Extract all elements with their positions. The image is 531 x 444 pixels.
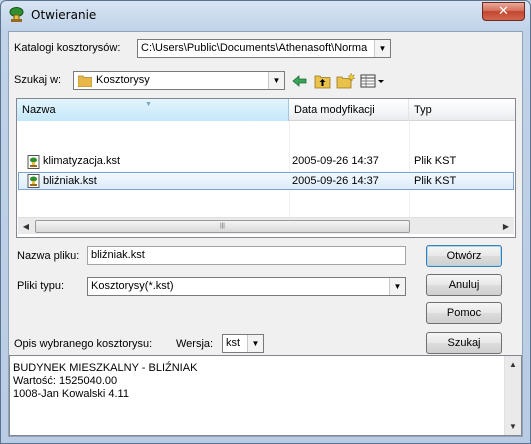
column-header-name[interactable]: ▼ Nazwa — [17, 99, 289, 121]
close-icon: ✕ — [498, 4, 509, 19]
file-type: Plik KST — [414, 155, 457, 167]
folder-icon — [78, 75, 92, 87]
horizontal-scrollbar[interactable]: ◀ ||| ▶ — [18, 217, 514, 234]
scroll-thumb[interactable]: ||| — [35, 220, 410, 233]
chevron-down-icon[interactable]: ▼ — [389, 278, 405, 295]
description-box[interactable]: BUDYNEK MIESZKALNY - BLIŹNIAK Wartość: 1… — [9, 355, 522, 436]
file-row-blizniak[interactable]: bliźniak.kst 2005-09-26 14:37 Plik KST — [18, 172, 514, 190]
help-button[interactable]: Pomoc — [426, 302, 502, 324]
file-row-klimatyzacja[interactable]: klimatyzacja.kst 2005-09-26 14:37 Plik K… — [18, 153, 514, 171]
filetype-combo[interactable]: Kosztorysy(*.kst) ▼ — [87, 277, 406, 296]
file-date: 2005-09-26 14:37 — [292, 155, 379, 167]
scroll-left-icon[interactable]: ◀ — [19, 220, 33, 233]
close-button[interactable]: ✕ — [482, 2, 525, 21]
dialog-window: Otwieranie ✕ Katalogi kosztorysów: C:\Us… — [0, 0, 531, 444]
cancel-button[interactable]: Anuluj — [426, 274, 502, 296]
chevron-down-icon[interactable]: ▼ — [247, 335, 263, 352]
scroll-right-icon[interactable]: ▶ — [499, 220, 513, 233]
filename-label: Nazwa pliku: — [17, 250, 80, 262]
description-line: BUDYNEK MIESZKALNY - BLIŹNIAK — [13, 362, 198, 374]
view-menu-icon[interactable] — [359, 72, 387, 90]
column-header-date[interactable]: Data modyfikacji — [289, 99, 409, 121]
title-bar[interactable]: Otwieranie ✕ — [1, 1, 530, 29]
search-button[interactable]: Szukaj — [426, 332, 502, 354]
list-header: ▼ Nazwa Data modyfikacji Typ — [17, 99, 515, 121]
file-list[interactable]: ▼ Nazwa Data modyfikacji Typ klimatyzacj… — [16, 98, 516, 238]
app-icon — [9, 7, 24, 22]
chevron-down-icon[interactable]: ▼ — [374, 40, 390, 57]
up-folder-icon[interactable] — [313, 72, 333, 90]
description-label: Opis wybranego kosztorysu: — [14, 338, 153, 350]
chevron-down-icon[interactable]: ▼ — [268, 72, 284, 89]
lookin-combo[interactable]: Kosztorysy ▼ — [73, 71, 285, 90]
file-date: 2005-09-26 14:37 — [292, 175, 379, 187]
description-line: 1008-Jan Kowalski 4.11 — [13, 388, 129, 400]
file-type: Plik KST — [414, 175, 457, 187]
scroll-down-icon[interactable]: ▼ — [506, 420, 520, 433]
catalog-label: Katalogi kosztorysów: — [14, 42, 121, 54]
back-icon[interactable] — [290, 72, 310, 90]
kst-file-icon — [27, 155, 40, 169]
filename-input[interactable]: bliźniak.kst — [87, 246, 406, 265]
kst-file-icon — [27, 174, 40, 188]
description-line: Wartość: 1525040.00 — [13, 375, 118, 387]
file-name: klimatyzacja.kst — [43, 155, 121, 167]
catalog-combo[interactable]: C:\Users\Public\Documents\Athenasoft\Nor… — [137, 39, 391, 58]
vertical-scrollbar[interactable]: ▲ ▼ — [504, 356, 521, 435]
new-folder-icon[interactable] — [336, 72, 356, 90]
scroll-up-icon[interactable]: ▲ — [506, 358, 520, 371]
sort-arrow-icon: ▼ — [145, 101, 152, 108]
lookin-value: Kosztorysy — [96, 74, 150, 86]
open-button[interactable]: Otwórz — [426, 245, 502, 267]
catalog-value: C:\Users\Public\Documents\Athenasoft\Nor… — [141, 42, 368, 54]
column-header-type[interactable]: Typ — [409, 99, 515, 121]
dialog-client: Katalogi kosztorysów: C:\Users\Public\Do… — [8, 31, 523, 437]
lookin-label: Szukaj w: — [14, 74, 62, 86]
version-combo[interactable]: kst ▼ — [222, 334, 264, 353]
version-label: Wersja: — [176, 338, 214, 350]
filetype-label: Pliki typu: — [17, 280, 65, 292]
file-name: bliźniak.kst — [43, 175, 97, 187]
window-title: Otwieranie — [31, 8, 97, 22]
